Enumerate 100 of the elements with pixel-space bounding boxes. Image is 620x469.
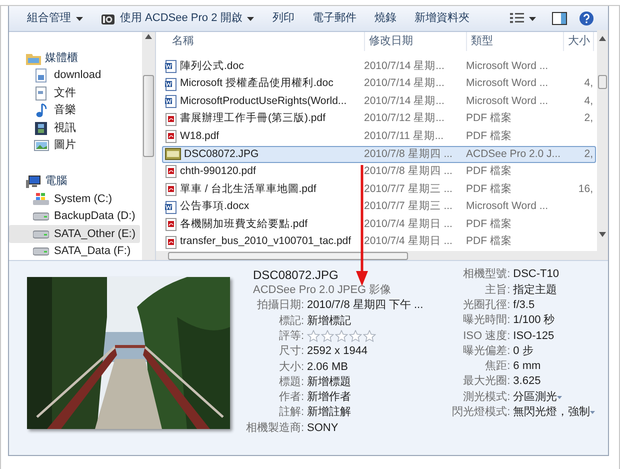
field-label: 尺寸: bbox=[278, 345, 304, 358]
field-value[interactable]: ISO-125 bbox=[513, 328, 554, 344]
pdf-document-icon bbox=[165, 130, 177, 144]
navigation-item[interactable]: 音樂 bbox=[9, 102, 140, 120]
date-cell: 2010/7/14 星期... bbox=[364, 94, 444, 107]
file-row[interactable]: DSC08072.JPG 2010/7/8 星期四 ... ACDSee Pro 2.0 J... 2, bbox=[162, 146, 596, 164]
field-value[interactable]: 新增標記 bbox=[307, 312, 351, 330]
pdf-document-icon bbox=[165, 165, 177, 178]
field-label: 註解: bbox=[278, 406, 304, 418]
file-row[interactable]: MicrosoftProductUseRights(World... 2010/7/14 星期... Microsoft Word ... 4, bbox=[162, 92, 596, 110]
field-value[interactable]: 2010/7/8 星期四 下午 ... bbox=[307, 297, 424, 314]
type-cell: Microsoft Word ... bbox=[466, 77, 548, 90]
navigation-item[interactable]: BackupData (D:) bbox=[9, 208, 140, 226]
type-cell: Microsoft Word ... bbox=[466, 200, 548, 212]
field-value[interactable]: 指定主題 bbox=[513, 282, 558, 298]
film-icon bbox=[33, 120, 49, 136]
drive-icon bbox=[33, 246, 49, 256]
star-icon[interactable] bbox=[349, 330, 362, 342]
navigation-item[interactable]: SATA_Other (E:) bbox=[9, 225, 140, 243]
scroll-thumb[interactable] bbox=[598, 74, 607, 89]
field-value[interactable]: 1/100 秒 bbox=[513, 312, 555, 329]
file-row[interactable]: transfer_bus_2010_v100701_tac.pdf 2010/7/4 星期日 ... PDF 檔案 bbox=[162, 234, 596, 252]
field-value[interactable]: 2.06 MB bbox=[307, 358, 348, 376]
star-icon[interactable] bbox=[321, 330, 334, 342]
file-row[interactable]: 公告事項.docx 2010/7/7 星期三 ... Microsoft Word ... bbox=[162, 198, 596, 216]
file-row[interactable]: Microsoft 授權產品使用權利.doc 2010/7/14 星期... Microsoft Word ... 4, bbox=[162, 75, 596, 93]
star-rating[interactable] bbox=[307, 330, 376, 342]
field-label: ISO 速度: bbox=[463, 330, 510, 342]
field-value[interactable]: 6 mm bbox=[513, 358, 541, 375]
column-header[interactable]: 修改日期 bbox=[369, 33, 413, 50]
navigation-item[interactable]: SATA_Data (F:) bbox=[9, 242, 140, 260]
field-value[interactable]: 新增標題 bbox=[307, 374, 351, 390]
scroll-down-icon[interactable] bbox=[599, 232, 606, 238]
navigation-item[interactable]: download bbox=[9, 66, 140, 84]
field-value[interactable]: SONY bbox=[307, 420, 338, 436]
help-icon[interactable] bbox=[579, 11, 594, 26]
file-name: DSC08072.JPG bbox=[252, 267, 340, 283]
scrollbar[interactable] bbox=[597, 30, 608, 252]
file-row[interactable]: chth-990120.pdf 2010/7/8 星期四 ... PDF 檔案 bbox=[162, 163, 596, 181]
field-label: 評等: bbox=[278, 330, 304, 342]
column-header[interactable]: 大小 bbox=[568, 33, 590, 50]
field-value[interactable]: 新增作者 bbox=[307, 389, 351, 406]
scroll-thumb[interactable] bbox=[168, 252, 408, 260]
field-value[interactable]: DSC-T10 bbox=[513, 266, 559, 283]
file-name: 單車 / 台北生活單車地圖.pdf bbox=[180, 182, 316, 197]
toolbar-button[interactable]: 電子郵件 bbox=[304, 8, 364, 30]
column-header[interactable]: 名稱 bbox=[172, 33, 194, 50]
navigation-item[interactable]: 文件 bbox=[9, 84, 140, 102]
file-row[interactable]: 陣列公式.doc 2010/7/14 星期... Microsoft Word ... bbox=[162, 58, 596, 76]
navigation-item[interactable]: System (C:) bbox=[9, 190, 140, 208]
field-value[interactable]: f/3.5 bbox=[513, 297, 535, 314]
toolbar-button[interactable]: 組合管理 bbox=[19, 8, 91, 30]
star-icon[interactable] bbox=[363, 330, 376, 342]
file-row[interactable]: 書展辦理工作手冊(第三版).pdf 2010/7/12 星期... PDF 檔案 2, bbox=[162, 110, 596, 128]
date-cell: 2010/7/14 星期... bbox=[364, 77, 444, 90]
list-view-icon bbox=[510, 13, 524, 24]
navigation-item[interactable]: 媒體櫃 bbox=[45, 50, 78, 67]
navigation-item[interactable]: 視訊 bbox=[9, 119, 140, 137]
date-cell: 2010/7/8 星期四 ... bbox=[364, 165, 452, 178]
navigation-item[interactable]: 電腦 bbox=[45, 173, 67, 190]
toolbar-button[interactable]: 列印 bbox=[264, 8, 302, 30]
scrollbar[interactable] bbox=[142, 32, 155, 260]
word-document-icon bbox=[165, 200, 177, 214]
field-value[interactable]: 2592 x 1944 bbox=[307, 343, 368, 360]
file-name: 各機關加班費支給要點.pdf bbox=[180, 216, 308, 232]
size-cell: 16, bbox=[578, 182, 593, 195]
toolbar-button[interactable]: 燒錄 bbox=[366, 8, 404, 30]
file-type: ACDSee Pro 2.0 JPEG 影像 bbox=[252, 283, 392, 298]
field-value[interactable]: 無閃光燈，強制 bbox=[513, 404, 590, 421]
document-icon bbox=[33, 86, 49, 101]
dropdown-icon[interactable] bbox=[557, 396, 562, 399]
date-cell: 2010/7/8 星期四 ... bbox=[364, 148, 452, 160]
file-row[interactable]: 單車 / 台北生活單車地圖.pdf 2010/7/7 星期三 ... PDF 檔案 16, bbox=[162, 180, 596, 198]
date-cell: 2010/7/4 星期日 ... bbox=[364, 235, 452, 248]
pdf-document-icon bbox=[165, 183, 177, 196]
star-icon[interactable] bbox=[307, 330, 320, 342]
type-cell: PDF 檔案 bbox=[466, 182, 512, 195]
toolbar-button[interactable]: 使用 ACDSee Pro 2 開啟 bbox=[93, 8, 262, 30]
field-value[interactable]: 新增註解 bbox=[307, 404, 351, 421]
field-value[interactable]: 3.625 bbox=[513, 373, 541, 390]
file-row[interactable]: 各機關加班費支給要點.pdf 2010/7/4 星期日 ... PDF 檔案 bbox=[162, 216, 596, 234]
type-cell: ACDSee Pro 2.0 J... bbox=[466, 148, 561, 160]
camera-icon bbox=[101, 12, 115, 24]
type-cell: PDF 檔案 bbox=[466, 235, 512, 248]
field-value[interactable]: 0 步 bbox=[513, 342, 534, 360]
column-header[interactable]: 類型 bbox=[471, 33, 493, 50]
field-value[interactable]: 分區測光 bbox=[513, 388, 558, 406]
type-cell: PDF 檔案 bbox=[466, 218, 512, 230]
navigation-item[interactable]: 圖片 bbox=[9, 136, 140, 154]
star-icon[interactable] bbox=[335, 330, 348, 342]
scroll-thumb[interactable] bbox=[143, 75, 154, 157]
field-label: 大小: bbox=[278, 360, 304, 373]
preview-pane-icon[interactable] bbox=[552, 12, 567, 25]
file-row[interactable]: W18.pdf 2010/7/11 星期... PDF 檔案 bbox=[162, 128, 596, 146]
dropdown-icon[interactable] bbox=[590, 410, 596, 414]
scroll-up-icon[interactable] bbox=[145, 34, 152, 39]
scroll-up-icon[interactable] bbox=[599, 36, 606, 41]
toolbar-button[interactable]: 新增資料夾 bbox=[406, 8, 478, 30]
horizontal-scrollbar[interactable] bbox=[156, 251, 608, 260]
word-document-icon bbox=[165, 95, 177, 108]
